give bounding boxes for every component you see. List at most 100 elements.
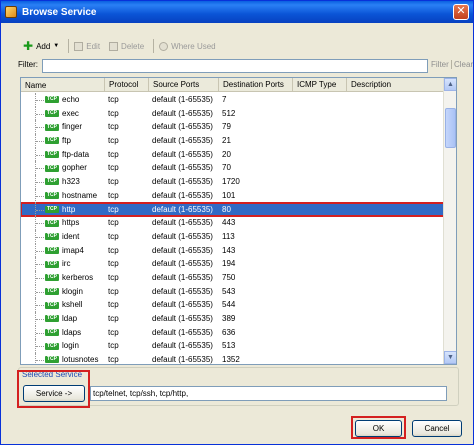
cell-destination-ports: 636: [222, 327, 236, 337]
table-row[interactable]: TCP lotusnotes tcp default (1-65535) 1352: [21, 353, 445, 365]
service-add-button[interactable]: Service ->: [23, 385, 85, 402]
table-row[interactable]: TCP echo tcp default (1-65535) 7: [21, 93, 445, 107]
table-row[interactable]: TCP kerberos tcp default (1-65535) 750: [21, 270, 445, 285]
table-row[interactable]: TCP https tcp default (1-65535) 443: [21, 216, 445, 230]
table-row[interactable]: TCP finger tcp default (1-65535) 79: [21, 120, 445, 135]
tcp-service-icon: TCP: [45, 287, 59, 295]
edit-button[interactable]: Edit: [74, 41, 100, 51]
tcp-service-icon: TCP: [45, 356, 59, 364]
tree-connector: [35, 175, 45, 189]
tree-connector: [35, 229, 45, 244]
tcp-service-icon: TCP: [45, 123, 59, 131]
cell-description: [347, 93, 445, 107]
table-row[interactable]: TCP login tcp default (1-65535) 513: [21, 339, 445, 354]
filter-link[interactable]: Filter: [431, 60, 449, 69]
cell-description: [347, 134, 445, 148]
cell-icmp-type: [293, 353, 347, 364]
service-name: hostname: [62, 190, 98, 200]
plus-icon: ✚: [23, 39, 34, 53]
tcp-service-icon: TCP: [45, 329, 59, 337]
cell-name: TCP gopher: [21, 161, 105, 176]
delete-label: Delete: [121, 41, 145, 51]
cell-description: [347, 203, 445, 217]
column-header-destination-ports[interactable]: Destination Ports: [219, 78, 293, 92]
cell-name: TCP exec: [21, 106, 105, 121]
column-header-description[interactable]: Description: [347, 78, 445, 92]
table-row[interactable]: TCP hostname tcp default (1-65535) 101: [21, 188, 445, 203]
clear-link[interactable]: Clear: [451, 60, 473, 69]
tcp-service-icon: TCP: [45, 315, 59, 323]
cell-icmp-type: [293, 312, 347, 326]
table-row[interactable]: TCP http tcp default (1-65535) 80: [21, 201, 445, 218]
cell-name: TCP irc: [21, 257, 105, 271]
cell-protocol: tcp: [108, 108, 119, 118]
table-row[interactable]: TCP ftp tcp default (1-65535) 21: [21, 134, 445, 148]
cell-source-ports: default (1-65535): [152, 95, 213, 104]
close-button[interactable]: ✕: [453, 4, 469, 20]
tcp-service-icon: TCP: [45, 246, 59, 254]
column-header-source-ports[interactable]: Source Ports: [149, 78, 219, 92]
table-row[interactable]: TCP h323 tcp default (1-65535) 1720: [21, 175, 445, 189]
add-button[interactable]: ✚ Add ▼: [23, 39, 59, 53]
cell-icmp-type: [293, 244, 347, 258]
toolbar-separator: [68, 39, 70, 53]
cell-destination-ports: 80: [222, 204, 231, 214]
service-name: imap4: [62, 245, 84, 255]
column-header-icmp-type[interactable]: ICMP Type: [293, 78, 347, 92]
cell-source-ports: default (1-65535): [152, 259, 213, 269]
cell-protocol: tcp: [108, 272, 119, 282]
cell-destination-ports: 513: [222, 341, 236, 351]
app-icon: [5, 6, 17, 18]
filter-label: Filter:: [18, 60, 38, 69]
table-row[interactable]: TCP irc tcp default (1-65535) 194: [21, 257, 445, 271]
table-row[interactable]: TCP ldap tcp default (1-65535) 389: [21, 312, 445, 326]
table-row[interactable]: TCP kshell tcp default (1-65535) 544: [21, 298, 445, 312]
table-row[interactable]: TCP ftp-data tcp default (1-65535) 20: [21, 147, 445, 162]
window-title: Browse Service: [22, 6, 97, 18]
title-bar[interactable]: Browse Service ✕: [1, 1, 473, 23]
cell-description: [347, 161, 445, 175]
cell-protocol: tcp: [108, 204, 119, 214]
cell-protocol: tcp: [108, 95, 119, 104]
where-used-button[interactable]: Where Used: [159, 41, 216, 51]
cell-protocol: tcp: [108, 355, 119, 365]
column-header-name[interactable]: Name: [21, 78, 105, 92]
scroll-up-button[interactable]: ▲: [444, 78, 456, 91]
table-row[interactable]: TCP gopher tcp default (1-65535) 70: [21, 161, 445, 176]
vertical-scrollbar[interactable]: ▲ ▼: [443, 78, 456, 364]
cell-protocol: tcp: [108, 163, 119, 173]
cell-destination-ports: 21: [222, 136, 231, 146]
scroll-down-button[interactable]: ▼: [444, 351, 456, 364]
cell-name: TCP klogin: [21, 284, 105, 299]
table-body: TCP echo tcp default (1-65535) 7 TCP exec tcp de…: [21, 93, 445, 365]
cancel-button[interactable]: Cancel: [412, 420, 462, 437]
ok-button[interactable]: OK: [355, 420, 402, 437]
cell-protocol: tcp: [108, 218, 119, 228]
table-row[interactable]: TCP exec tcp default (1-65535) 512: [21, 106, 445, 121]
cell-protocol: tcp: [108, 341, 119, 351]
cell-source-ports: default (1-65535): [152, 149, 213, 159]
delete-button[interactable]: Delete: [109, 41, 145, 51]
table-row[interactable]: TCP ident tcp default (1-65535) 113: [21, 229, 445, 244]
tree-connector: [35, 243, 45, 258]
cell-destination-ports: 1720: [222, 177, 240, 187]
scroll-thumb[interactable]: [445, 108, 456, 148]
cell-icmp-type: [293, 271, 347, 285]
selected-service-field[interactable]: tcp/telnet, tcp/ssh, tcp/http,: [90, 386, 447, 401]
cell-name: TCP ident: [21, 229, 105, 244]
tree-connector: [35, 325, 45, 340]
column-header-protocol[interactable]: Protocol: [105, 78, 149, 92]
cell-source-ports: default (1-65535): [152, 327, 213, 337]
magnifier-icon: [159, 41, 169, 51]
table-row[interactable]: TCP klogin tcp default (1-65535) 543: [21, 284, 445, 299]
cell-source-ports: default (1-65535): [152, 122, 213, 132]
cell-icmp-type: [293, 257, 347, 271]
cell-name: TCP https: [21, 216, 105, 230]
table-row[interactable]: TCP ldaps tcp default (1-65535) 636: [21, 325, 445, 340]
cell-name: TCP echo: [21, 93, 105, 107]
tcp-service-icon: TCP: [45, 274, 59, 282]
edit-icon: [74, 41, 84, 51]
table-row[interactable]: TCP imap4 tcp default (1-65535) 143: [21, 243, 445, 258]
filter-input[interactable]: [42, 59, 428, 73]
service-name: kerberos: [62, 272, 94, 282]
